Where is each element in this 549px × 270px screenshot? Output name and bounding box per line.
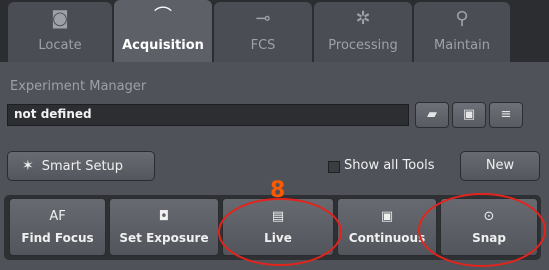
- acquisition-icon: ⌒: [154, 6, 172, 27]
- open-folder-icon[interactable]: ▰: [415, 102, 449, 128]
- tab-label: FCS: [250, 38, 276, 53]
- camera-exposure-icon: ◘: [158, 209, 170, 224]
- smart-setup-button[interactable]: ✶ Smart Setup: [7, 151, 155, 181]
- annotation-ellipse-live: [218, 198, 342, 266]
- tab-maintain[interactable]: ⚲ Maintain: [414, 2, 510, 62]
- smart-setup-label: Smart Setup: [41, 159, 124, 174]
- save-icon[interactable]: ▣: [452, 102, 486, 128]
- show-all-tools-checkbox[interactable]: [328, 161, 340, 173]
- tab-processing[interactable]: ✲ Processing: [314, 2, 412, 62]
- fcs-icon: ⊸: [255, 8, 271, 29]
- maintain-icon: ⚲: [455, 8, 469, 29]
- delete-icon[interactable]: ≡: [489, 102, 523, 128]
- tab-label: Maintain: [434, 38, 490, 53]
- new-button[interactable]: New: [460, 151, 540, 181]
- tab-acquisition[interactable]: ⌒ Acquisition: [114, 0, 212, 62]
- set-exposure-label: Set Exposure: [119, 231, 209, 245]
- smart-setup-icon: ✶: [22, 158, 34, 174]
- acquisition-panel: ◙ Locate ⌒ Acquisition ⊸ FCS ✲ Processin…: [0, 0, 549, 270]
- set-exposure-button[interactable]: ◘ Set Exposure: [109, 198, 219, 256]
- af-label: AF: [49, 209, 66, 224]
- tab-label: Locate: [38, 38, 82, 53]
- find-focus-label: Find Focus: [21, 231, 94, 245]
- tab-bar: ◙ Locate ⌒ Acquisition ⊸ FCS ✲ Processin…: [0, 0, 549, 62]
- annotation-ellipse-snap: [418, 193, 546, 267]
- processing-icon: ✲: [355, 8, 371, 29]
- show-all-tools-label: Show all Tools: [344, 158, 435, 173]
- tab-label: Acquisition: [122, 38, 204, 53]
- find-focus-button[interactable]: AF Find Focus: [9, 198, 106, 256]
- locate-icon: ◙: [51, 8, 69, 29]
- experiment-select[interactable]: not defined: [7, 104, 409, 126]
- tab-label: Processing: [328, 38, 398, 53]
- tab-fcs[interactable]: ⊸ FCS: [214, 2, 312, 62]
- section-title: Experiment Manager: [10, 79, 147, 94]
- tab-locate[interactable]: ◙ Locate: [8, 2, 112, 62]
